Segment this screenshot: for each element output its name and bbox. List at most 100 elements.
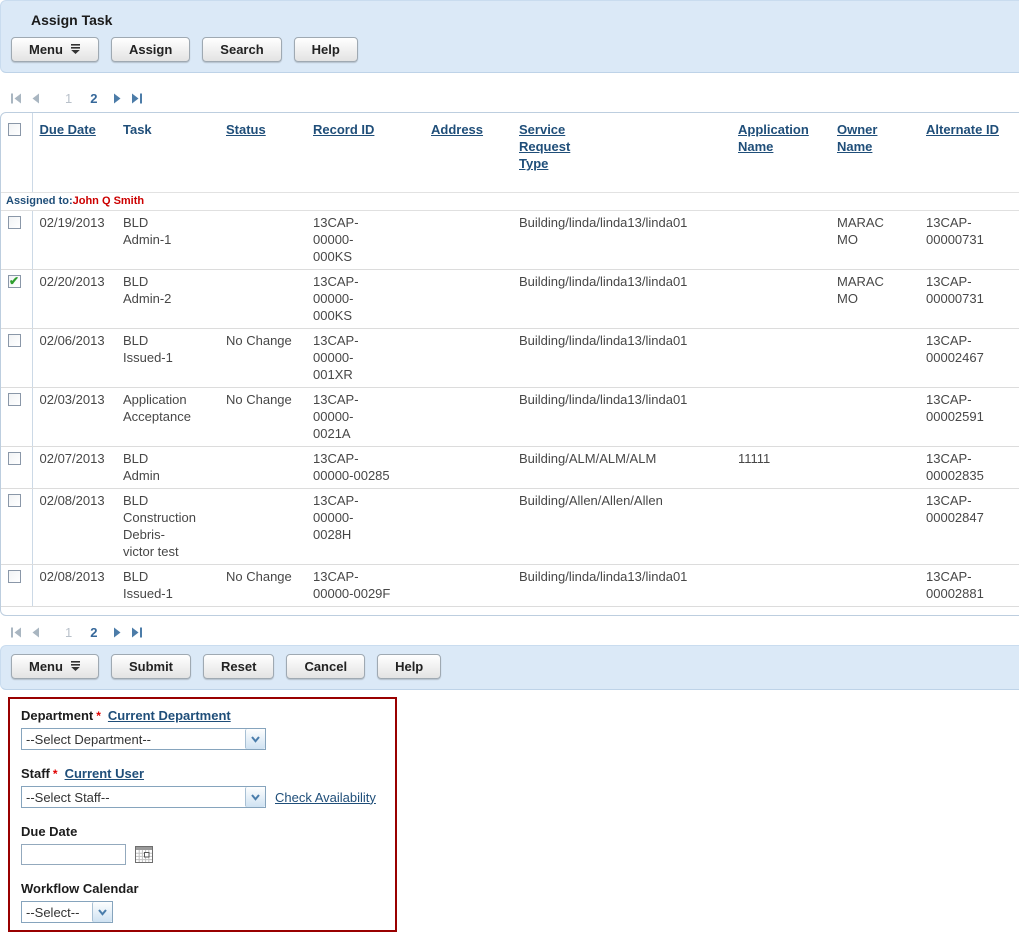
cell-due-date: 02/03/2013 <box>32 388 116 447</box>
chevron-down-icon <box>245 729 265 749</box>
column-address[interactable]: Address <box>431 121 483 138</box>
next-page-icon[interactable] <box>113 93 122 104</box>
cell-due-date: 02/19/2013 <box>32 211 116 270</box>
row-checkbox[interactable]: ✔ <box>8 334 21 347</box>
check-availability-link[interactable]: Check Availability <box>275 790 376 805</box>
task-rows: ✔ 02/19/2013 BLD Admin-1 13CAP-00000-000… <box>1 211 1019 607</box>
reset-button[interactable]: Reset <box>203 654 274 679</box>
menu-caret-down-icon <box>70 42 81 57</box>
table-row: ✔ 02/20/2013 BLD Admin-2 13CAP-00000-000… <box>1 270 1019 329</box>
chevron-down-icon <box>92 902 112 922</box>
page-number-1: 1 <box>65 625 72 640</box>
cell-application-name <box>731 489 830 565</box>
column-record-id[interactable]: Record ID <box>313 121 374 138</box>
cell-address <box>424 329 512 388</box>
cell-task: BLD Admin <box>116 447 219 489</box>
column-owner-name[interactable]: Owner Name <box>837 121 897 155</box>
cell-owner-name <box>830 329 919 388</box>
row-checkbox[interactable]: ✔ <box>8 494 21 507</box>
last-page-icon[interactable] <box>131 627 143 638</box>
workflow-calendar-field: Workflow Calendar --Select-- <box>21 881 385 923</box>
first-page-icon <box>10 93 22 104</box>
due-date-input[interactable] <box>21 844 126 865</box>
cell-owner-name <box>830 489 919 565</box>
department-select[interactable]: --Select Department-- <box>21 728 266 750</box>
menu-caret-down-icon <box>70 659 81 674</box>
assign-button[interactable]: Assign <box>111 37 190 62</box>
current-user-link[interactable]: Current User <box>65 766 144 781</box>
last-page-icon[interactable] <box>131 93 143 104</box>
menu-button-label: Menu <box>29 659 63 674</box>
required-marker: * <box>96 709 101 723</box>
table-row: ✔ 02/03/2013 Application Acceptance No C… <box>1 388 1019 447</box>
workflow-calendar-select[interactable]: --Select-- <box>21 901 113 923</box>
search-button[interactable]: Search <box>202 37 281 62</box>
prev-page-icon <box>31 627 40 638</box>
menu-button[interactable]: Menu <box>11 37 99 62</box>
table-row: ✔ 02/19/2013 BLD Admin-1 13CAP-00000-000… <box>1 211 1019 270</box>
cell-due-date: 02/07/2013 <box>32 447 116 489</box>
cell-address <box>424 211 512 270</box>
assignment-form: Department*Current Department --Select D… <box>8 697 397 932</box>
row-checkbox[interactable]: ✔ <box>8 275 21 288</box>
select-all-checkbox[interactable]: ✔ <box>8 123 21 136</box>
help-button[interactable]: Help <box>377 654 441 679</box>
table-row: ✔ 02/07/2013 BLD Admin 13CAP-00000-00285… <box>1 447 1019 489</box>
help-button[interactable]: Help <box>294 37 358 62</box>
cell-application-name <box>731 329 830 388</box>
assigned-to-label: Assigned to: <box>6 195 73 207</box>
staff-select[interactable]: --Select Staff-- <box>21 786 266 808</box>
table-row: ✔ 02/08/2013 BLD Issued-1 No Change 13CA… <box>1 565 1019 607</box>
department-field: Department*Current Department --Select D… <box>21 708 385 750</box>
action-toolbar: Menu Submit Reset Cancel Help <box>11 654 1016 679</box>
calendar-icon[interactable] <box>135 846 153 863</box>
cell-service-request-type: Building/linda/linda13/linda01 <box>512 211 731 270</box>
cell-record-id: 13CAP-00000-0021A <box>306 388 424 447</box>
staff-select-value: --Select Staff-- <box>22 790 110 805</box>
staff-field: Staff*Current User --Select Staff-- Chec… <box>21 766 385 808</box>
cell-status <box>219 270 306 329</box>
row-checkbox[interactable]: ✔ <box>8 570 21 583</box>
cell-application-name <box>731 565 830 607</box>
page-number-2[interactable]: 2 <box>90 625 97 640</box>
row-checkbox[interactable]: ✔ <box>8 452 21 465</box>
cell-task: BLD Construction Debris-victor test <box>116 489 219 565</box>
cell-due-date: 02/06/2013 <box>32 329 116 388</box>
cell-application-name <box>731 211 830 270</box>
cell-alternate-id: 13CAP-00002881 <box>919 565 1019 607</box>
table-row: ✔ 02/08/2013 BLD Construction Debris-vic… <box>1 489 1019 565</box>
menu-button[interactable]: Menu <box>11 654 99 679</box>
cell-record-id: 13CAP-00000-0029F <box>306 565 424 607</box>
cell-task: BLD Issued-1 <box>116 329 219 388</box>
column-due-date[interactable]: Due Date <box>40 121 96 138</box>
cell-record-id: 13CAP-00000-0028H <box>306 489 424 565</box>
row-checkbox[interactable]: ✔ <box>8 393 21 406</box>
current-department-link[interactable]: Current Department <box>108 708 231 723</box>
cell-task: BLD Admin-1 <box>116 211 219 270</box>
page-number-1: 1 <box>65 91 72 106</box>
cell-record-id: 13CAP-00000-00285 <box>306 447 424 489</box>
green-checkmark-icon: ✔ <box>9 273 19 290</box>
cell-due-date: 02/08/2013 <box>32 565 116 607</box>
cancel-button[interactable]: Cancel <box>286 654 365 679</box>
next-page-icon[interactable] <box>113 627 122 638</box>
column-service-request-type[interactable]: Service Request Type <box>519 121 597 172</box>
menu-button-label: Menu <box>29 42 63 57</box>
row-checkbox[interactable]: ✔ <box>8 216 21 229</box>
department-select-value: --Select Department-- <box>22 732 151 747</box>
action-toolbar-panel: Menu Submit Reset Cancel Help <box>0 645 1019 690</box>
cell-status <box>219 447 306 489</box>
page-number-2[interactable]: 2 <box>90 91 97 106</box>
column-alternate-id[interactable]: Alternate ID <box>926 121 999 138</box>
cell-status: No Change <box>219 388 306 447</box>
cell-status <box>219 211 306 270</box>
due-date-field: Due Date <box>21 824 385 865</box>
column-status[interactable]: Status <box>226 121 266 138</box>
column-application-name[interactable]: Application Name <box>738 121 822 155</box>
cell-alternate-id: 13CAP-00000731 <box>919 211 1019 270</box>
cell-status: No Change <box>219 565 306 607</box>
assigned-to-name: John Q Smith <box>73 195 145 207</box>
cell-service-request-type: Building/Allen/Allen/Allen <box>512 489 731 565</box>
submit-button[interactable]: Submit <box>111 654 191 679</box>
cell-service-request-type: Building/linda/linda13/linda01 <box>512 565 731 607</box>
